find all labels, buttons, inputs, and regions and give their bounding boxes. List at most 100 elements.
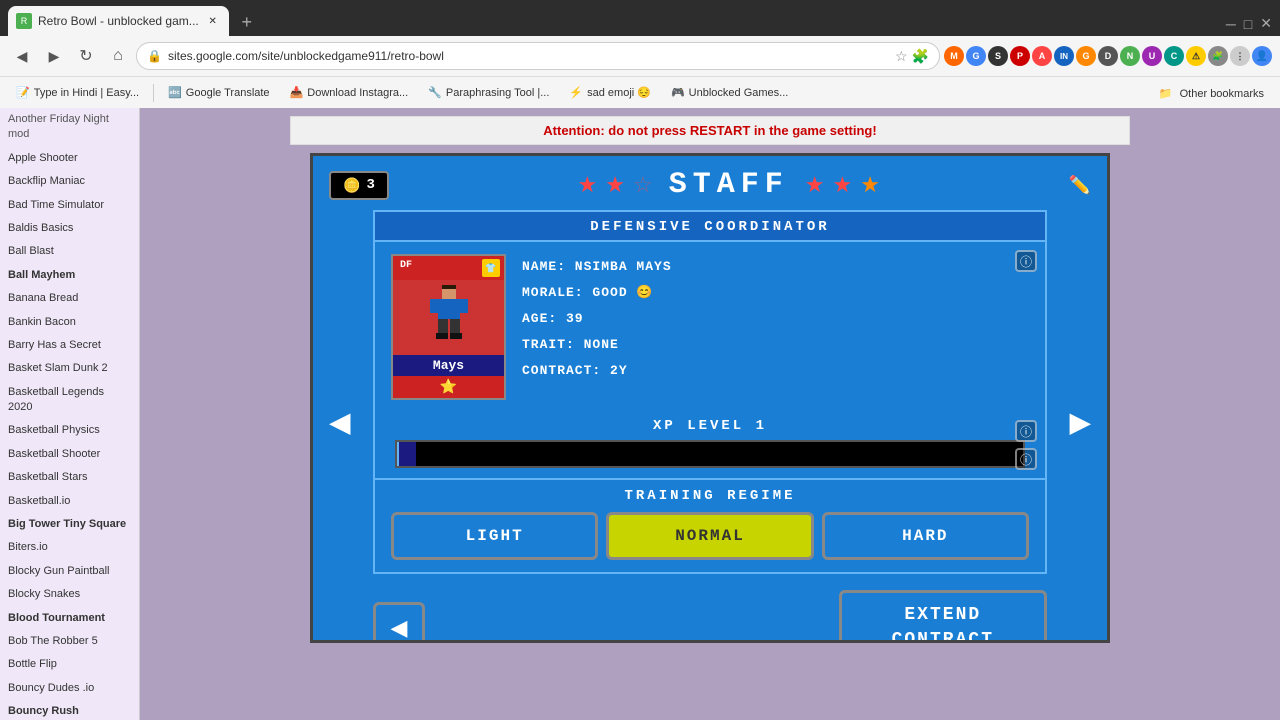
bookmark-hindi[interactable]: 📝 Type in Hindi | Easy... bbox=[8, 84, 147, 101]
home-button[interactable]: ⌂ bbox=[104, 42, 132, 70]
ext-green-icon[interactable]: N bbox=[1120, 46, 1140, 66]
other-bookmarks[interactable]: 📁 Other bookmarks bbox=[1151, 84, 1272, 102]
bookmark-divider-1 bbox=[153, 84, 154, 102]
player-age: AGE: 39 bbox=[522, 306, 1029, 332]
bookmark-star-icon[interactable]: ☆ bbox=[895, 48, 908, 65]
bookmarks-bar: 📝 Type in Hindi | Easy... 🔤 Google Trans… bbox=[0, 76, 1280, 108]
tab-title: Retro Bowl - unblocked gam... bbox=[38, 14, 199, 28]
info-button-1[interactable]: ⓘ bbox=[1015, 250, 1037, 272]
sidebar: Another Friday Night mod Apple Shooter B… bbox=[0, 108, 140, 720]
game-title-text: STAFF bbox=[669, 168, 789, 202]
sidebar-item-barry[interactable]: Barry Has a Secret bbox=[0, 334, 139, 357]
extensions-icon[interactable]: 🧩 bbox=[912, 48, 929, 65]
bookmark-unblocked[interactable]: 🎮 Unblocked Games... bbox=[663, 84, 796, 101]
sidebar-item-ball-blast[interactable]: Ball Blast bbox=[0, 240, 139, 263]
sidebar-item-blocky-snakes[interactable]: Blocky Snakes bbox=[0, 583, 139, 606]
folder-icon: 📁 bbox=[1159, 88, 1173, 100]
maximize-button[interactable]: □ bbox=[1244, 16, 1252, 32]
new-tab-button[interactable]: + bbox=[233, 8, 261, 36]
player-morale: MORALE: GOOD 😊 bbox=[522, 280, 1029, 306]
section-title: DEFENSIVE COORDINATOR bbox=[590, 219, 829, 235]
ext-multi-icon[interactable]: A bbox=[1032, 46, 1052, 66]
sidebar-item-apple-shooter[interactable]: Apple Shooter bbox=[0, 147, 139, 170]
instagram-label: Download Instagra... bbox=[307, 87, 408, 99]
ext-purple-icon[interactable]: U bbox=[1142, 46, 1162, 66]
refresh-button[interactable]: ↻ bbox=[72, 42, 100, 70]
sidebar-item-bottle-flip[interactable]: Bottle Flip bbox=[0, 653, 139, 676]
game-top-bar: 🪙 3 ★ ★ ☆ STAFF ★ ★ ★ ✏️ bbox=[313, 156, 1107, 210]
portrait-frame: DF 👕 bbox=[391, 254, 506, 400]
portrait-top-bar: DF 👕 bbox=[393, 256, 504, 280]
ext-orange-icon[interactable]: G bbox=[1076, 46, 1096, 66]
position-label: DF bbox=[397, 259, 415, 277]
back-button[interactable]: ◀ bbox=[8, 42, 36, 70]
sidebar-item-baldis[interactable]: Baldis Basics bbox=[0, 217, 139, 240]
game-title-area: ★ ★ ☆ STAFF ★ ★ ★ bbox=[578, 168, 880, 202]
active-tab[interactable]: R Retro Bowl - unblocked gam... ✕ bbox=[8, 6, 229, 36]
ext-teal-icon[interactable]: C bbox=[1164, 46, 1184, 66]
paraphrase-icon: 🔧 bbox=[428, 86, 442, 99]
sidebar-item-backflip[interactable]: Backflip Maniac bbox=[0, 170, 139, 193]
info-button-3[interactable]: ⓘ bbox=[1015, 448, 1037, 470]
minimize-button[interactable]: ─ bbox=[1226, 16, 1236, 32]
back-game-button[interactable]: ◀ bbox=[373, 602, 425, 643]
forward-button[interactable]: ▶ bbox=[40, 42, 68, 70]
ext-puzzle-icon[interactable]: ⋮ bbox=[1230, 46, 1250, 66]
coin-display: 🪙 3 bbox=[329, 171, 389, 200]
other-bookmarks-label: Other bookmarks bbox=[1180, 88, 1264, 100]
ext-ext-icon[interactable]: 🧩 bbox=[1208, 46, 1228, 66]
ext-shield-icon[interactable]: S bbox=[988, 46, 1008, 66]
sidebar-item-blood[interactable]: Blood Tournament bbox=[0, 607, 139, 630]
training-hard-button[interactable]: HARD bbox=[822, 512, 1029, 560]
sidebar-item-bob[interactable]: Bob The Robber 5 bbox=[0, 630, 139, 653]
ext-red-icon[interactable]: P bbox=[1010, 46, 1030, 66]
sidebar-item-biters[interactable]: Biters.io bbox=[0, 536, 139, 559]
sidebar-item-bouncy-rush[interactable]: Bouncy Rush bbox=[0, 700, 139, 720]
sidebar-item-basketball-legends[interactable]: Basketball Legends 2020 bbox=[0, 381, 139, 420]
unblocked-icon: 🎮 bbox=[671, 86, 685, 99]
training-light-button[interactable]: LIGHT bbox=[391, 512, 598, 560]
jersey-number: 👕 bbox=[482, 259, 500, 277]
coin-icon: 🪙 bbox=[343, 177, 360, 194]
sidebar-item-bad-time[interactable]: Bad Time Simulator bbox=[0, 194, 139, 217]
sidebar-item-banana[interactable]: Banana Bread bbox=[0, 287, 139, 310]
bookmark-translate[interactable]: 🔤 Google Translate bbox=[160, 84, 277, 101]
sidebar-item-basketball-stars[interactable]: Basketball Stars bbox=[0, 466, 139, 489]
bookmark-instagram[interactable]: 📥 Download Instagra... bbox=[282, 84, 417, 101]
bookmark-paraphrase[interactable]: 🔧 Paraphrasing Tool |... bbox=[420, 84, 557, 101]
star-left-2: ★ bbox=[605, 172, 625, 198]
sidebar-item-blocky-gun[interactable]: Blocky Gun Paintball bbox=[0, 560, 139, 583]
translate-label: Google Translate bbox=[186, 87, 270, 99]
extend-contract-button[interactable]: EXTENDCONTRACT bbox=[839, 590, 1047, 643]
training-section: TRAINING REGIME LIGHT NORMAL HARD bbox=[373, 478, 1047, 574]
sidebar-item-basketball-shooter[interactable]: Basketball Shooter bbox=[0, 443, 139, 466]
nav-arrow-left[interactable]: ◀ bbox=[329, 406, 351, 439]
ext-account-icon[interactable]: 👤 bbox=[1252, 46, 1272, 66]
sidebar-item-basketball-io[interactable]: Basketball.io bbox=[0, 490, 139, 513]
sidebar-item-basket-slam[interactable]: Basket Slam Dunk 2 bbox=[0, 357, 139, 380]
instagram-icon: 📥 bbox=[290, 86, 304, 99]
sidebar-item-ball-mayhem[interactable]: Ball Mayhem bbox=[0, 264, 139, 287]
close-button[interactable]: ✕ bbox=[1260, 15, 1272, 32]
training-normal-button[interactable]: NORMAL bbox=[606, 512, 813, 560]
ext-warn-icon[interactable]: ⚠ bbox=[1186, 46, 1206, 66]
sidebar-item-another-friday[interactable]: Another Friday Night mod bbox=[0, 108, 139, 147]
info-button-2[interactable]: ⓘ bbox=[1015, 420, 1037, 442]
pencil-icon[interactable]: ✏️ bbox=[1069, 175, 1091, 196]
sidebar-item-bankin[interactable]: Bankin Bacon bbox=[0, 311, 139, 334]
sidebar-item-bouncy-dudes[interactable]: Bouncy Dudes .io bbox=[0, 677, 139, 700]
star-right-2: ★ bbox=[832, 172, 852, 198]
sidebar-item-basketball-physics[interactable]: Basketball Physics bbox=[0, 419, 139, 442]
tab-close-button[interactable]: ✕ bbox=[205, 13, 221, 29]
sidebar-item-big-tower[interactable]: Big Tower Tiny Square bbox=[0, 513, 139, 536]
bookmark-emoji[interactable]: ⚡ sad emoji 😔 bbox=[561, 84, 659, 101]
ext-m-icon[interactable]: M bbox=[944, 46, 964, 66]
ext-blue-icon[interactable]: IN bbox=[1054, 46, 1074, 66]
address-bar[interactable]: 🔒 sites.google.com/site/unblockedgame911… bbox=[136, 42, 940, 70]
emoji-icon: ⚡ bbox=[569, 86, 583, 99]
nav-arrow-right[interactable]: ▶ bbox=[1069, 406, 1091, 439]
unblocked-label: Unblocked Games... bbox=[689, 87, 789, 99]
address-bar-icons: ☆ 🧩 bbox=[895, 48, 929, 65]
ext-dark-icon[interactable]: D bbox=[1098, 46, 1118, 66]
ext-search-icon[interactable]: G bbox=[966, 46, 986, 66]
